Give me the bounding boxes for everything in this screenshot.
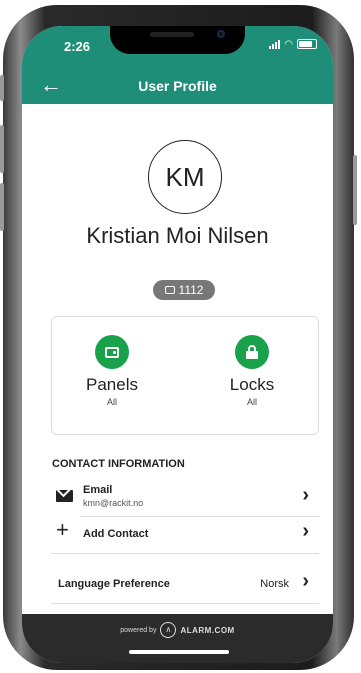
divider xyxy=(51,603,319,604)
phone-screen: 2:26 ◠ ← User Profile KM Kristian Moi Ni… xyxy=(22,26,333,663)
panels-access[interactable]: Panels All xyxy=(67,335,157,407)
plus-icon: + xyxy=(56,517,69,542)
volume-down-button xyxy=(0,183,4,231)
battery-icon xyxy=(297,39,317,49)
powered-by-text: powered by xyxy=(120,626,157,634)
speaker xyxy=(150,32,194,37)
divider xyxy=(80,516,320,517)
front-camera xyxy=(217,30,225,38)
phone-frame: 2:26 ◠ ← User Profile KM Kristian Moi Ni… xyxy=(0,5,357,670)
locks-access[interactable]: Locks All xyxy=(207,335,297,407)
volume-up-button xyxy=(0,125,4,173)
email-value: kmn@rackit.no xyxy=(83,498,144,508)
lock-icon xyxy=(235,335,269,369)
notch xyxy=(110,26,245,54)
add-contact-label: Add Contact xyxy=(83,528,149,540)
powered-by: powered by ∧ ALARM.COM xyxy=(22,622,333,638)
brand-name: ALARM.COM xyxy=(180,625,235,635)
envelope-icon xyxy=(56,490,73,502)
status-icons: ◠ xyxy=(269,39,317,50)
user-code-badge: 1112 xyxy=(153,280,215,300)
home-indicator[interactable] xyxy=(129,650,229,654)
language-row[interactable]: Language Preference Norsk › xyxy=(52,570,313,594)
avatar: KM xyxy=(148,140,222,214)
status-time: 2:26 xyxy=(64,39,91,54)
email-row[interactable]: Email kmn@rackit.no › xyxy=(52,482,313,514)
language-label: Language Preference xyxy=(58,578,170,590)
email-label: Email xyxy=(83,484,113,496)
side-button xyxy=(0,75,4,101)
chevron-right-icon: › xyxy=(302,520,309,542)
signal-icon xyxy=(269,40,281,49)
language-value: Norsk xyxy=(260,578,289,590)
status-bar: 2:26 ◠ xyxy=(22,26,333,68)
user-code-icon xyxy=(164,286,175,294)
panels-scope: All xyxy=(106,397,117,407)
wifi-icon: ◠ xyxy=(284,39,293,50)
panels-label: Panels xyxy=(86,375,138,394)
locks-label: Locks xyxy=(229,375,275,394)
user-name: Kristian Moi Nilsen xyxy=(86,223,269,248)
locks-scope: All xyxy=(246,397,257,407)
panel-icon xyxy=(95,335,129,369)
chevron-right-icon: › xyxy=(302,570,309,592)
divider xyxy=(51,553,319,554)
app-bar: ← User Profile xyxy=(22,68,333,104)
contact-section-header: CONTACT INFORMATION xyxy=(52,458,185,470)
page-title: User Profile xyxy=(138,78,217,94)
access-card: Panels All Locks All xyxy=(51,316,319,435)
chevron-right-icon: › xyxy=(302,484,309,506)
power-button xyxy=(353,155,357,225)
avatar-initials: KM xyxy=(165,161,205,192)
alarm-logo-icon: ∧ xyxy=(160,622,177,638)
add-contact-row[interactable]: + Add Contact › xyxy=(52,519,313,546)
user-code: 1112 xyxy=(178,283,204,297)
footer: powered by ∧ ALARM.COM xyxy=(22,614,333,663)
